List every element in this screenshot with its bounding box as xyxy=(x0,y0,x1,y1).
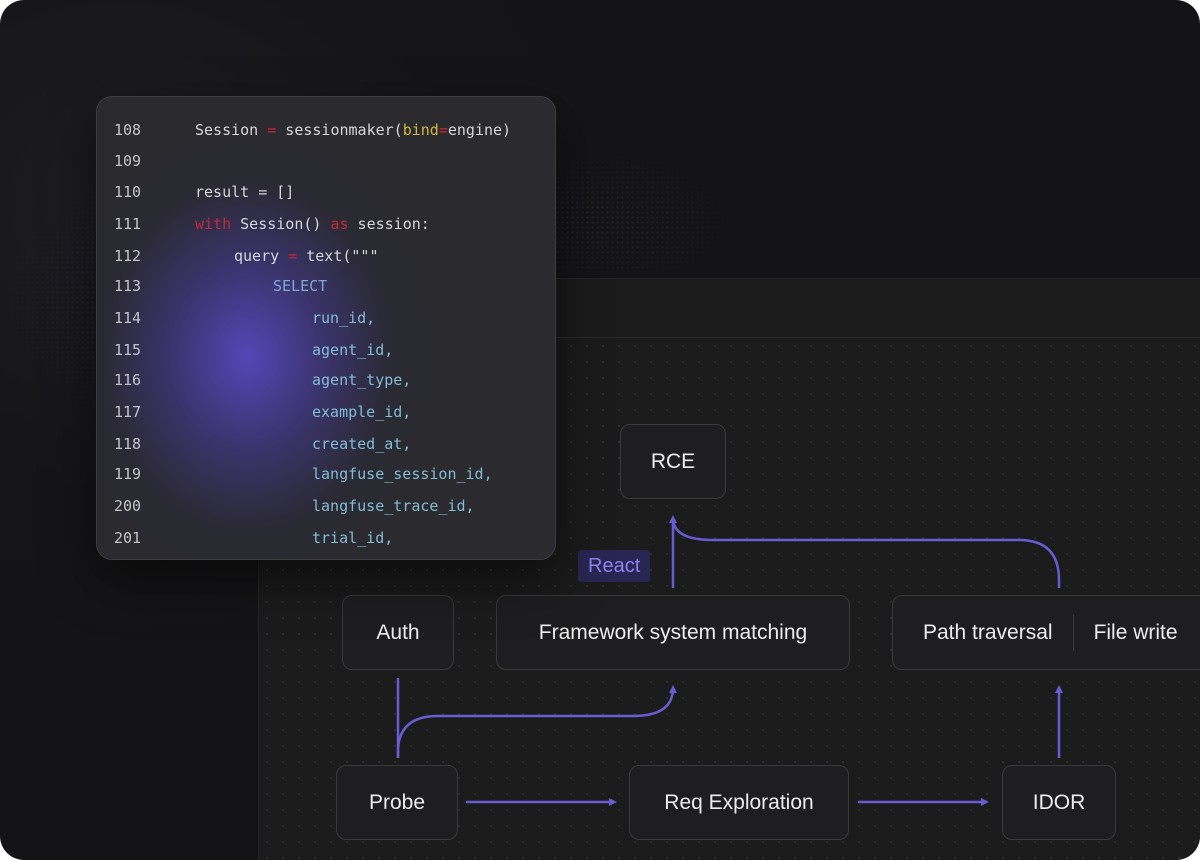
line-number: 110 xyxy=(114,183,142,201)
code-editor-card: 108 Session = sessionmaker(bind=engine) 10… xyxy=(96,96,556,560)
node-idor[interactable]: IDOR xyxy=(1002,765,1116,840)
line-number: 201 xyxy=(114,529,142,547)
code-token: text(""" xyxy=(297,247,379,265)
dot-texture-top xyxy=(540,150,740,270)
code-token: Session xyxy=(195,121,268,139)
code-text: agent_id, xyxy=(312,338,393,362)
code-line: 115 agent_id, xyxy=(97,338,555,362)
code-token: query xyxy=(234,247,289,265)
code-text: Session = sessionmaker(bind=engine) xyxy=(195,118,511,142)
line-number: 119 xyxy=(114,465,142,483)
code-text: langfuse_trace_id, xyxy=(312,494,475,518)
line-number: 111 xyxy=(114,215,142,233)
code-token: session: xyxy=(348,215,430,233)
code-text: result = [] xyxy=(195,180,294,204)
code-line: 110 result = [] xyxy=(97,180,555,204)
code-token: engine) xyxy=(447,121,512,139)
react-badge: React xyxy=(578,550,651,582)
code-line: 201 trial_id, xyxy=(97,526,555,550)
code-token: as xyxy=(330,215,349,233)
code-text: with Session() as session: xyxy=(195,212,430,236)
code-line: 116 agent_type, xyxy=(97,368,555,392)
code-line: 118 created_at, xyxy=(97,432,555,456)
code-line: 119 langfuse_session_id, xyxy=(97,462,555,486)
code-token: = xyxy=(267,121,277,139)
line-number: 117 xyxy=(114,403,142,421)
line-number: 112 xyxy=(114,247,142,265)
code-text: example_id, xyxy=(312,400,411,424)
code-text: run_id, xyxy=(312,306,375,330)
line-number: 108 xyxy=(114,121,142,139)
code-token: = xyxy=(288,247,298,265)
node-auth[interactable]: Auth xyxy=(342,595,454,670)
code-text: query = text(""" xyxy=(234,244,379,268)
node-req-exploration[interactable]: Req Exploration xyxy=(629,765,849,840)
code-line: 109 xyxy=(97,149,555,173)
code-token: example_id, xyxy=(312,403,412,421)
code-token: langfuse_trace_id, xyxy=(312,497,475,515)
code-token: trial_id, xyxy=(312,529,394,547)
code-text: langfuse_session_id, xyxy=(312,462,493,486)
code-token: = xyxy=(438,121,448,139)
node-framework-system-matching[interactable]: Framework system matching xyxy=(496,595,850,670)
code-token: sessionmaker( xyxy=(276,121,403,139)
line-number: 114 xyxy=(114,309,142,327)
line-number: 116 xyxy=(114,371,142,389)
code-text: agent_type, xyxy=(312,368,411,392)
code-token: agent_type, xyxy=(312,371,412,389)
path-traversal-label: Path traversal xyxy=(923,620,1053,644)
file-write-label: File write xyxy=(1093,620,1178,644)
line-number: 109 xyxy=(114,152,142,170)
code-line: 117 example_id, xyxy=(97,400,555,424)
line-number: 115 xyxy=(114,341,142,359)
code-text: created_at, xyxy=(312,432,411,456)
node-path-traversal-file-write[interactable]: Path traversal File write xyxy=(892,595,1200,670)
code-line: 108 Session = sessionmaker(bind=engine) xyxy=(97,118,555,142)
code-token: run_id, xyxy=(312,309,376,327)
code-line: 114 run_id, xyxy=(97,306,555,330)
node-probe[interactable]: Probe xyxy=(336,765,458,840)
code-line: 113 SELECT xyxy=(97,274,555,298)
code-token: result = [] xyxy=(195,183,295,201)
line-number: 113 xyxy=(114,277,142,295)
canvas: React RCE Auth Framework system matching… xyxy=(0,0,1200,860)
code-line: 200 langfuse_trace_id, xyxy=(97,494,555,518)
node-rce[interactable]: RCE xyxy=(620,424,726,499)
code-token: langfuse_session_id, xyxy=(312,465,493,483)
code-text: SELECT xyxy=(273,274,327,298)
code-token: with xyxy=(195,215,232,233)
code-token: created_at, xyxy=(312,435,412,453)
code-token: bind xyxy=(402,121,439,139)
code-line: 111 with Session() as session: xyxy=(97,212,555,236)
code-token: Session() xyxy=(231,215,331,233)
line-number: 200 xyxy=(114,497,142,515)
code-text: trial_id, xyxy=(312,526,393,550)
code-line: 112 query = text(""" xyxy=(97,244,555,268)
line-number: 118 xyxy=(114,435,142,453)
code-token: SELECT xyxy=(273,277,328,295)
code-token: agent_id, xyxy=(312,341,394,359)
